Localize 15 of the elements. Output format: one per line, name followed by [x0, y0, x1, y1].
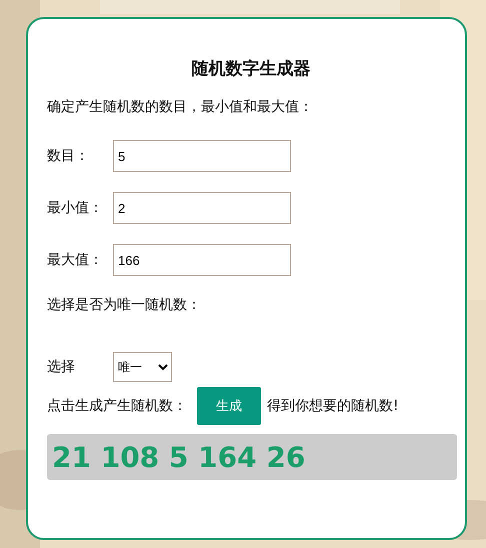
unique-select[interactable]: 唯一: [113, 352, 172, 382]
field-label: 数目：: [47, 147, 90, 165]
input-field[interactable]: 2: [113, 192, 291, 224]
input-field[interactable]: 166: [113, 244, 291, 276]
unique-prompt: 选择是否为唯一随机数：: [47, 296, 202, 314]
generate-button[interactable]: 生成: [197, 387, 261, 425]
input-field[interactable]: 5: [113, 140, 291, 172]
result-hint: 得到你想要的随机数!: [267, 397, 399, 415]
instruction-text: 确定产生随机数的数目，最小值和最大值：: [47, 98, 314, 116]
generate-hint: 点击生成产生随机数：: [47, 397, 187, 415]
title: 随机数字生成器: [190, 58, 312, 80]
field-label: 最大值：: [47, 251, 104, 269]
result-output: 21 108 5 164 26: [47, 434, 457, 480]
select-label: 选择: [47, 358, 76, 376]
field-label: 最小值：: [47, 199, 104, 217]
